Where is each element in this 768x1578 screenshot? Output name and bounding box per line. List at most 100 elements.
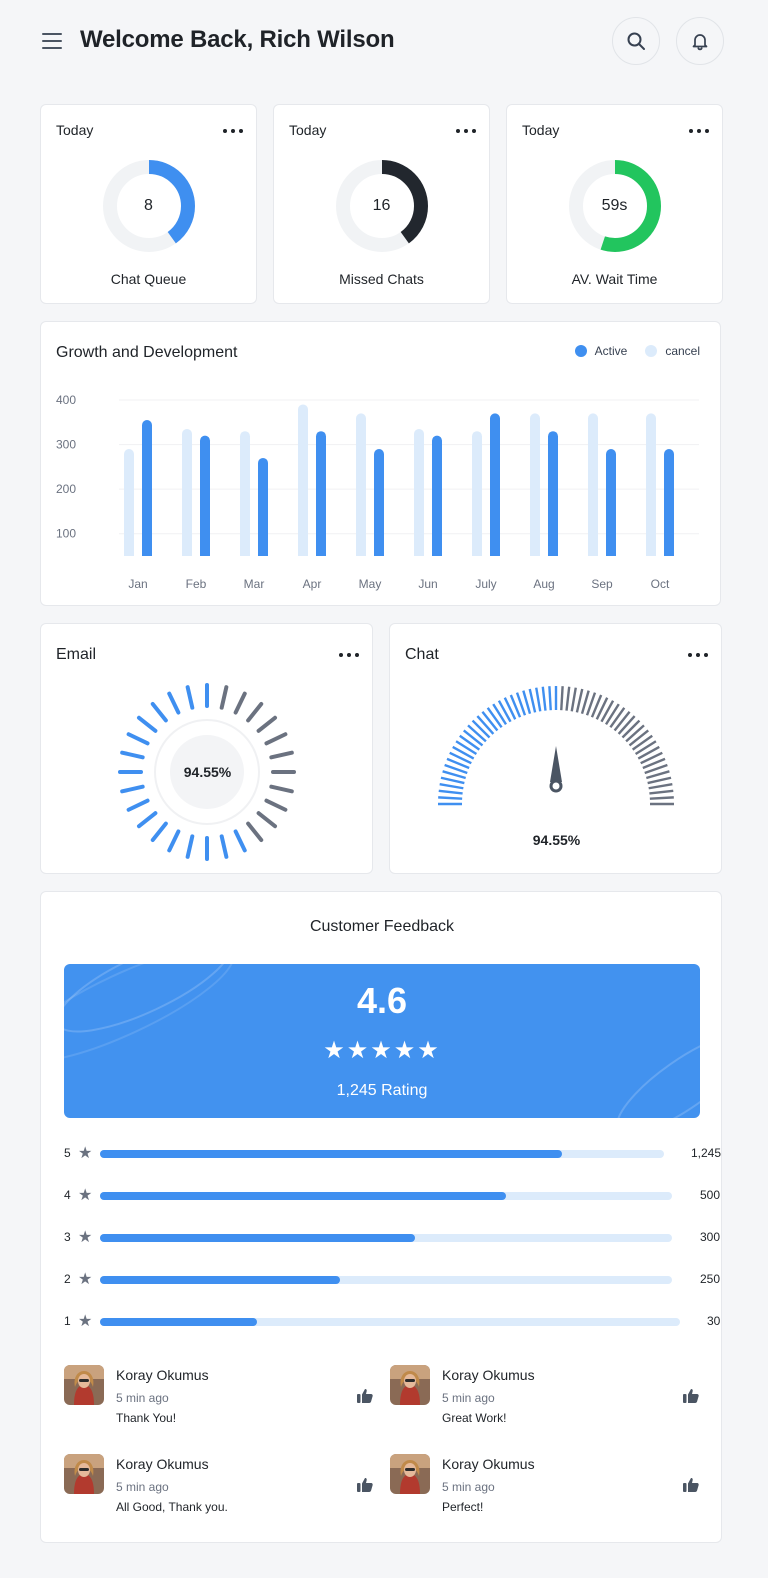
review-text: Great Work! <box>442 1411 507 1425</box>
stat-value: 8 <box>144 197 153 214</box>
gauge-tick <box>126 798 150 812</box>
speedometer-tick <box>570 687 577 712</box>
thumbs-up-icon[interactable] <box>356 1387 374 1405</box>
speedometer-tick <box>560 686 564 711</box>
stat-card-wait-time: Today 59s AV. Wait Time <box>506 104 723 304</box>
bar-cancel-jun[interactable] <box>414 428 424 556</box>
page-title: Welcome Back, Rich Wilson <box>80 26 395 53</box>
speedometer-tick <box>476 715 495 735</box>
reviewer-name: Koray Okumus <box>442 1367 535 1383</box>
speedometer-tick <box>565 686 571 711</box>
gauge-tick <box>233 829 247 853</box>
more-options-icon[interactable] <box>689 125 709 137</box>
gauge-tick <box>136 811 158 829</box>
feedback-title: Customer Feedback <box>309 918 455 935</box>
gauge-tick <box>264 732 288 746</box>
rating-count: 300 <box>700 1230 721 1244</box>
bar-base <box>606 551 616 556</box>
hamburger-menu-icon[interactable] <box>40 30 64 52</box>
star-icon: ★ <box>78 1271 93 1288</box>
bar-base <box>298 551 308 556</box>
search-button[interactable] <box>612 17 660 65</box>
rating-row-1: 1 ★ 30 <box>64 1312 724 1332</box>
more-options-icon[interactable] <box>223 125 243 137</box>
bar-active-apr[interactable] <box>316 431 326 556</box>
stat-card-chat-queue: Today 8 Chat Queue <box>40 104 257 304</box>
review-item: Koray Okumus 5 min ago All Good, Thank you… <box>64 1454 374 1522</box>
avatar[interactable] <box>390 1454 430 1494</box>
bar-base <box>356 551 366 556</box>
gauge-tick <box>167 691 181 715</box>
email-card: Email 94.55% <box>40 623 373 874</box>
rating-bar-fill <box>100 1234 415 1242</box>
x-tick-label: Apr <box>303 577 322 591</box>
speedometer-tick <box>575 688 584 713</box>
bar-cancel-feb[interactable] <box>182 428 192 556</box>
bar-cancel-aug[interactable] <box>530 413 540 556</box>
legend-item-active[interactable]: Active <box>574 344 627 358</box>
bar-chart: 100 200 300 400 Jan Feb Mar Apr May Jun July Aug Sep… <box>56 393 699 591</box>
y-tick-label: 400 <box>56 393 76 407</box>
rating-count: 250 <box>700 1272 721 1286</box>
stat-period: Today <box>56 122 94 138</box>
rating-star-number: 2 <box>64 1272 71 1286</box>
speedometer-tick <box>541 686 547 711</box>
speedometer-tick <box>440 776 465 785</box>
customer-feedback-card: Customer Feedback 4.6 ★★★★★ 1,245 Rating… <box>40 891 722 1543</box>
avatar[interactable] <box>390 1365 430 1405</box>
rating-bar-fill <box>100 1192 507 1200</box>
bar-active-jun[interactable] <box>432 435 442 556</box>
gauge-tick <box>185 834 195 859</box>
bar-cancel-apr[interactable] <box>298 404 308 556</box>
bar-active-may[interactable] <box>374 449 384 556</box>
gauge-tick <box>256 811 278 829</box>
bar-cancel-sep[interactable] <box>588 413 598 556</box>
bar-cancel-jan[interactable] <box>124 449 134 556</box>
gauge-tick <box>269 784 294 794</box>
legend-cancel-label: cancel <box>665 344 700 358</box>
rating-row-4: 4 ★ 500 <box>64 1186 724 1206</box>
bar-active-mar[interactable] <box>258 457 268 556</box>
bar-cancel-oct[interactable] <box>646 413 656 556</box>
speedometer-tick <box>631 734 653 751</box>
bar-active-oct[interactable] <box>664 449 674 556</box>
rating-count: 1,245 Rating <box>336 1082 428 1099</box>
bar-base <box>646 551 656 556</box>
x-tick-label: Sep <box>591 577 613 591</box>
legend-item-cancel[interactable]: cancel <box>645 344 700 358</box>
rating-bar-fill <box>100 1150 563 1158</box>
gauge-tick <box>256 715 278 733</box>
rating-summary-banner: 4.6 ★★★★★ 1,245 Rating <box>64 964 700 1118</box>
thumbs-up-icon[interactable] <box>682 1387 700 1405</box>
avatar[interactable] <box>64 1454 104 1494</box>
rating-star-number: 5 <box>64 1146 71 1160</box>
bar-active-july[interactable] <box>490 413 500 556</box>
y-tick-label: 300 <box>56 438 76 452</box>
bar-active-aug[interactable] <box>548 431 558 556</box>
bar-base <box>414 551 424 556</box>
gauge-tick <box>150 701 168 723</box>
bar-cancel-may[interactable] <box>356 413 366 556</box>
bar-base <box>374 551 384 556</box>
thumbs-up-icon[interactable] <box>356 1476 374 1494</box>
bar-active-jan[interactable] <box>142 420 152 556</box>
chat-card: Chat 94.55% <box>389 623 722 874</box>
gauge-tick <box>219 685 229 710</box>
x-tick-label: May <box>359 577 382 591</box>
bar-cancel-july[interactable] <box>472 431 482 556</box>
gauge-tick <box>150 821 168 843</box>
bar-base <box>240 551 250 556</box>
avatar[interactable] <box>64 1365 104 1405</box>
bar-active-sep[interactable] <box>606 449 616 556</box>
notifications-button[interactable] <box>676 17 724 65</box>
bar-cancel-mar[interactable] <box>240 431 250 556</box>
rating-bar <box>100 1276 672 1284</box>
x-tick-label: Jun <box>418 577 437 591</box>
header: Welcome Back, Rich Wilson <box>0 0 768 84</box>
thumbs-up-icon[interactable] <box>682 1476 700 1494</box>
more-options-icon[interactable] <box>456 125 476 137</box>
stat-card-missed-chats: Today 16 Missed Chats <box>273 104 490 304</box>
y-tick-label: 100 <box>56 527 76 541</box>
bar-active-feb[interactable] <box>200 435 210 556</box>
review-item: Koray Okumus 5 min ago Perfect! <box>390 1454 700 1522</box>
